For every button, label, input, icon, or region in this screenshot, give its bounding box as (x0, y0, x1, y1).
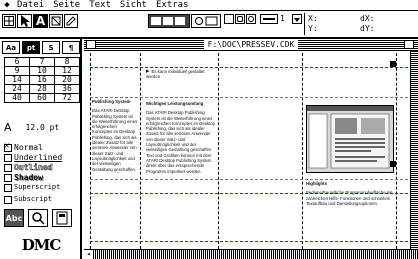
col2-heading: Wichtiges Leistungsumfang (146, 101, 204, 106)
style-subscript[interactable]: Subscript (4, 195, 52, 204)
column-1-text[interactable]: Publishing System Das ATARI Desktop Publ… (92, 99, 138, 173)
menu-seite[interactable]: Seite (50, 0, 86, 11)
document-window: F:\DOC\PRESSEV.CDK Publishing System Das… (84, 39, 418, 259)
outlined-checkbox[interactable] (4, 163, 12, 172)
layout-page[interactable]: Publishing System Das ATARI Desktop Publ… (90, 53, 408, 249)
shadow-checkbox[interactable] (4, 173, 12, 182)
style-label: Outlined (14, 163, 53, 173)
style-label: Underlined (14, 153, 63, 162)
margin-guide-left (90, 53, 91, 249)
size-40[interactable]: 40 (4, 93, 30, 103)
menu-text[interactable]: Text (86, 0, 117, 11)
style-label: Normal (14, 143, 43, 152)
dy-coordinate-label: dY: (360, 24, 375, 33)
font-size-grid: 6 7 8 9 10 12 14 16 20 24 28 36 40 60 72 (4, 57, 80, 103)
toolbar: A 1 X: Y: dX: dY: (0, 11, 418, 39)
frame-tool-icon[interactable] (49, 14, 63, 28)
superscript-checkbox[interactable] (4, 183, 12, 192)
row-guide-1 (90, 97, 408, 98)
x-coordinate-label: X: (308, 14, 318, 23)
column-guide-1 (140, 53, 141, 249)
vertical-scrollbar[interactable] (410, 51, 418, 249)
panel-tab-size-icon[interactable]: pt (22, 41, 40, 54)
top-margin-guide (90, 67, 408, 68)
horizontal-scrollbar[interactable]: ◂ (84, 249, 418, 259)
point-size-display[interactable]: A 12.0 pt (4, 121, 60, 134)
col3-body: Bedienerfreundliche Programmoberfläche m… (306, 190, 393, 206)
style-label: Subscript (14, 195, 52, 203)
embedded-screenshot-image (307, 106, 393, 172)
page-scroll-icon[interactable] (292, 14, 302, 24)
dx-coordinate-label: dX: (360, 14, 375, 23)
bottom-margin-guide (90, 241, 408, 242)
col1-snippet: Publishing System (92, 99, 131, 104)
col2-intro: Es kann individuell gestaltet werden (146, 69, 205, 80)
rounded-rect-tool-icon[interactable] (235, 14, 245, 24)
y-coordinate-label: Y: (308, 24, 318, 33)
arrow-pointer-icon[interactable] (17, 14, 32, 28)
menu-datei[interactable]: Datei (14, 0, 50, 11)
fuller-box-icon[interactable] (404, 40, 414, 49)
style-label: Shadow (14, 173, 43, 182)
frame-handle-icon[interactable] (390, 61, 396, 67)
font-book-icon[interactable]: Abc (4, 209, 24, 227)
menu-extras[interactable]: Extras (153, 0, 195, 11)
panel-tabs: Aa pt S ¶ (2, 41, 80, 55)
column-guide-3 (302, 53, 303, 249)
style-shadow[interactable]: Shadow (4, 173, 43, 182)
embedded-screenshot[interactable] (306, 105, 394, 173)
rectangle-tool-icon[interactable] (224, 14, 234, 24)
font-size-icon: A (4, 121, 12, 134)
column-3-text[interactable]: Highlights Bedienerfreundliche Programmo… (306, 181, 394, 239)
image-tool-icon[interactable] (191, 14, 221, 28)
underlined-checkbox[interactable] (4, 153, 12, 162)
page-number: 1 (280, 14, 285, 23)
dmc-logo: DMC (8, 235, 74, 255)
column-2-text[interactable]: Wichtiges Leistungsumfang Das ATARI Desk… (146, 101, 216, 241)
tool-grid-icon[interactable] (2, 14, 16, 28)
close-box-icon[interactable] (86, 40, 96, 49)
col1-body: Das ATARI Desktop Publishing System ist … (92, 108, 138, 173)
frame-handle-icon[interactable] (390, 161, 396, 167)
normal-checkbox[interactable] (4, 142, 12, 152)
menubar: ◆ Datei Seite Text Sicht Extras (0, 0, 418, 11)
col2-body: Das ATARI Desktop Publishing System ist … (146, 110, 216, 174)
style-outlined[interactable]: Outlined (4, 163, 53, 172)
point-size-value: 12.0 pt (25, 123, 60, 132)
magnifier-icon[interactable] (28, 209, 48, 227)
panel-tab-para-icon[interactable]: ¶ (62, 41, 80, 54)
style-superscript[interactable]: Superscript (4, 183, 60, 192)
pencil-tool-icon[interactable] (64, 14, 78, 28)
scroll-left-arrow-icon[interactable]: ◂ (84, 250, 94, 259)
menu-sicht[interactable]: Sicht (117, 0, 153, 11)
layout-preview-icon[interactable] (148, 14, 190, 28)
col3-heading: Highlights (306, 181, 328, 186)
margin-guide-right (396, 53, 397, 249)
panel-tab-style-icon[interactable]: S (42, 41, 60, 54)
intro-text[interactable]: ▸ Es kann individuell gestaltet werden (146, 69, 216, 91)
ellipse-tool-icon[interactable] (246, 14, 256, 24)
style-normal[interactable]: Normal (4, 142, 43, 152)
size-72[interactable]: 72 (54, 93, 80, 103)
calculator-icon[interactable] (52, 209, 72, 227)
atari-menu-icon[interactable]: ◆ (0, 0, 14, 11)
column-guide-2 (218, 53, 219, 249)
panel-tab-font-icon[interactable]: Aa (2, 41, 20, 54)
style-label: Superscript (14, 183, 61, 191)
dmc-logo-text: DMC (21, 236, 62, 254)
panel-action-buttons: Abc (4, 209, 80, 229)
line-width-icon[interactable] (260, 14, 278, 24)
subscript-checkbox[interactable] (4, 195, 12, 204)
style-underlined[interactable]: Underlined (4, 153, 62, 162)
text-tool-icon[interactable]: A (33, 14, 48, 28)
document-title: F:\DOC\PRESSEV.CDK (203, 40, 299, 49)
row-guide-2 (90, 179, 408, 180)
document-titlebar[interactable]: F:\DOC\PRESSEV.CDK (84, 39, 418, 51)
size-60[interactable]: 60 (29, 93, 55, 103)
character-panel: Aa pt S ¶ 6 7 8 9 10 12 14 16 20 24 28 3… (0, 39, 82, 259)
